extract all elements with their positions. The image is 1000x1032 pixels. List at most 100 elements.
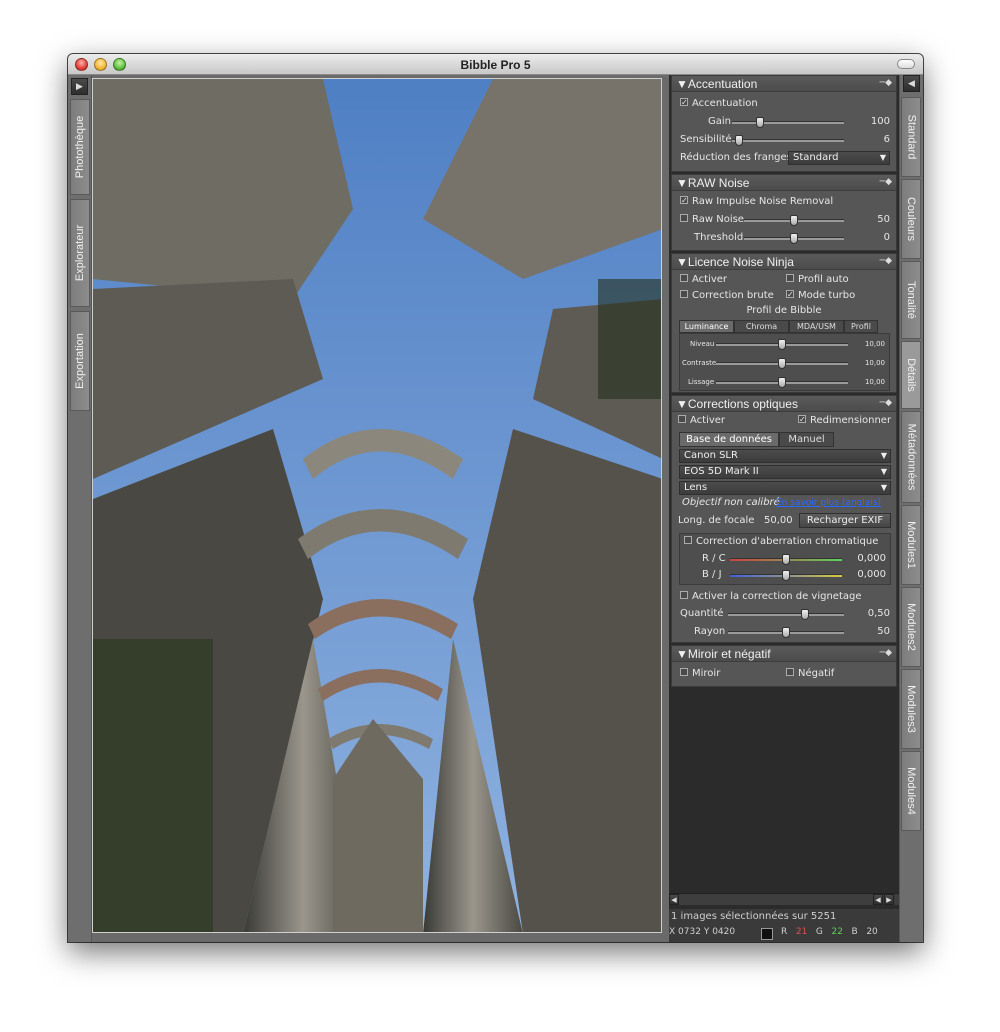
- checkbox-icon[interactable]: [680, 290, 688, 298]
- quantite-slider[interactable]: [728, 609, 844, 620]
- raw-noise-slider[interactable]: [744, 215, 844, 226]
- optics-redim-checkbox[interactable]: ✓ Redimensionner: [798, 414, 891, 428]
- tab-standard[interactable]: Standard: [901, 97, 921, 177]
- optics-activer-checkbox[interactable]: Activer: [678, 414, 725, 428]
- scroll-left-arrow-icon[interactable]: ◀: [669, 894, 679, 905]
- tab-exportation[interactable]: Exportation: [70, 311, 90, 411]
- miroir-checkbox[interactable]: Miroir: [680, 667, 720, 681]
- left-tab-strip: ▶ Photothèque Explorateur Exportation: [68, 75, 92, 942]
- lissage-slider-thumb[interactable]: [778, 377, 786, 388]
- tab-explorateur[interactable]: Explorateur: [70, 199, 90, 307]
- accentuation-toggle[interactable]: ✓ Accentuation: [672, 97, 896, 111]
- ninja-activer-checkbox[interactable]: Activer: [680, 273, 727, 287]
- horizontal-scrollbar[interactable]: ◀ ◀ ▶: [669, 893, 899, 905]
- rayon-slider-thumb[interactable]: [782, 627, 790, 638]
- checkbox-icon[interactable]: [786, 274, 794, 282]
- ninja-row-2: Correction brute ✓ Mode turbo: [672, 289, 896, 303]
- scroll-left-arrow-icon-2[interactable]: ◀: [873, 894, 883, 905]
- vignetting-toggle[interactable]: Activer la correction de vignetage: [672, 590, 896, 604]
- tab-mda-usm[interactable]: MDA/USM: [789, 320, 844, 333]
- tab-modules2[interactable]: Modules2: [901, 587, 921, 667]
- tab-modules3[interactable]: Modules3: [901, 669, 921, 749]
- optics-header[interactable]: ▼Corrections optiques ─◆: [672, 396, 896, 412]
- checkbox-icon[interactable]: [684, 536, 692, 544]
- mirror-header[interactable]: ▼Miroir et négatif ─◆: [672, 646, 896, 662]
- tab-base-de-donnees[interactable]: Base de données: [679, 432, 779, 447]
- pin-icon[interactable]: ─◆: [876, 79, 892, 88]
- fringe-select[interactable]: Standard ▼: [788, 151, 890, 165]
- sensibilite-slider-thumb[interactable]: [734, 135, 743, 146]
- tab-luminance[interactable]: Luminance: [679, 320, 734, 333]
- expand-left-arrow-icon[interactable]: ▶: [71, 78, 88, 95]
- checkbox-icon[interactable]: ✓: [680, 196, 688, 205]
- pin-icon[interactable]: ─◆: [876, 178, 892, 187]
- ninja-profil-auto-checkbox[interactable]: Profil auto: [786, 273, 849, 287]
- ninja-mode-turbo-checkbox[interactable]: ✓ Mode turbo: [786, 289, 855, 303]
- impulse-toggle[interactable]: ✓ Raw Impulse Noise Removal: [672, 195, 896, 209]
- contraste-slider[interactable]: [716, 358, 848, 369]
- uncalibrated-row: Objectif non calibré En savoir plus (ang…: [682, 496, 881, 510]
- camera-maker-select[interactable]: Canon SLR ▼: [679, 449, 891, 463]
- rayon-slider[interactable]: [728, 627, 844, 638]
- checkbox-icon[interactable]: [680, 274, 688, 282]
- rc-slider-thumb[interactable]: [782, 554, 790, 565]
- lens-select[interactable]: Lens ▼: [679, 481, 891, 495]
- quantite-slider-thumb[interactable]: [800, 609, 809, 620]
- negatif-checkbox[interactable]: Négatif: [786, 667, 834, 681]
- tab-profil[interactable]: Profil: [844, 320, 878, 333]
- tab-tonalite[interactable]: Tonalité: [901, 261, 921, 339]
- niveau-slider-thumb[interactable]: [778, 339, 786, 350]
- ninja-correction-brute-checkbox[interactable]: Correction brute: [680, 289, 774, 303]
- bj-slider[interactable]: [730, 570, 842, 581]
- focal-value[interactable]: 50,00: [764, 514, 793, 528]
- checkbox-icon[interactable]: ✓: [786, 290, 794, 299]
- checkbox-icon[interactable]: ✓: [680, 98, 688, 107]
- pin-icon[interactable]: ─◆: [876, 649, 892, 658]
- niveau-row: Niveau 10,00: [690, 339, 885, 350]
- accentuation-header[interactable]: ▼Accentuation ─◆: [672, 76, 896, 92]
- ca-toggle[interactable]: Correction d'aberration chromatique: [680, 535, 890, 549]
- threshold-slider[interactable]: [744, 233, 844, 244]
- learn-more-link[interactable]: En savoir plus (anglais): [776, 496, 881, 510]
- raw-noise-header[interactable]: ▼RAW Noise ─◆: [672, 175, 896, 191]
- camera-model-select[interactable]: EOS 5D Mark II ▼: [679, 465, 891, 479]
- tab-phototheque[interactable]: Photothèque: [70, 99, 90, 195]
- toolbar-toggle-button[interactable]: [897, 59, 915, 69]
- checkbox-icon[interactable]: [680, 214, 688, 222]
- luminance-pane: Niveau 10,00 Contraste 10,00 Lissage 10,…: [679, 333, 890, 391]
- rc-slider[interactable]: [730, 554, 842, 565]
- pin-icon[interactable]: ─◆: [876, 399, 892, 408]
- scroll-right-arrow-icon[interactable]: ▶: [884, 894, 894, 905]
- reload-exif-button[interactable]: Recharger EXIF: [799, 513, 891, 528]
- noise-ninja-header[interactable]: ▼Licence Noise Ninja ─◆: [672, 254, 896, 270]
- bj-slider-thumb[interactable]: [782, 570, 790, 581]
- chevron-down-icon: ▼: [880, 483, 887, 492]
- lissage-slider[interactable]: [716, 377, 848, 388]
- color-swatch: [761, 928, 773, 940]
- tab-chroma[interactable]: Chroma: [734, 320, 789, 333]
- gain-slider-thumb[interactable]: [756, 117, 764, 128]
- checkbox-icon[interactable]: [678, 415, 686, 423]
- collapse-right-arrow-icon[interactable]: ◀: [903, 75, 920, 92]
- tab-manuel[interactable]: Manuel: [779, 432, 834, 447]
- raw-noise-slider-thumb[interactable]: [790, 215, 798, 226]
- tab-modules4[interactable]: Modules4: [901, 751, 921, 831]
- tab-metadonnees[interactable]: Métadonnées: [901, 411, 921, 503]
- tab-modules1[interactable]: Modules1: [901, 505, 921, 585]
- pin-icon[interactable]: ─◆: [876, 257, 892, 266]
- contraste-slider-thumb[interactable]: [778, 358, 786, 369]
- checkbox-icon[interactable]: ✓: [798, 415, 806, 424]
- tab-couleurs[interactable]: Couleurs: [901, 179, 921, 259]
- triangle-down-icon: ▼: [676, 176, 688, 190]
- gain-slider[interactable]: [732, 117, 844, 128]
- tab-details[interactable]: Détails: [901, 341, 921, 409]
- window-title: Bibble Pro 5: [460, 58, 531, 72]
- checkbox-icon[interactable]: [786, 668, 794, 676]
- checkbox-icon[interactable]: [680, 668, 688, 676]
- photo-preview[interactable]: [92, 78, 662, 933]
- checkbox-icon[interactable]: [680, 591, 688, 599]
- chevron-down-icon: ▼: [879, 153, 886, 162]
- threshold-slider-thumb[interactable]: [790, 233, 798, 244]
- niveau-slider[interactable]: [716, 339, 848, 350]
- sensibilite-slider[interactable]: [732, 135, 844, 146]
